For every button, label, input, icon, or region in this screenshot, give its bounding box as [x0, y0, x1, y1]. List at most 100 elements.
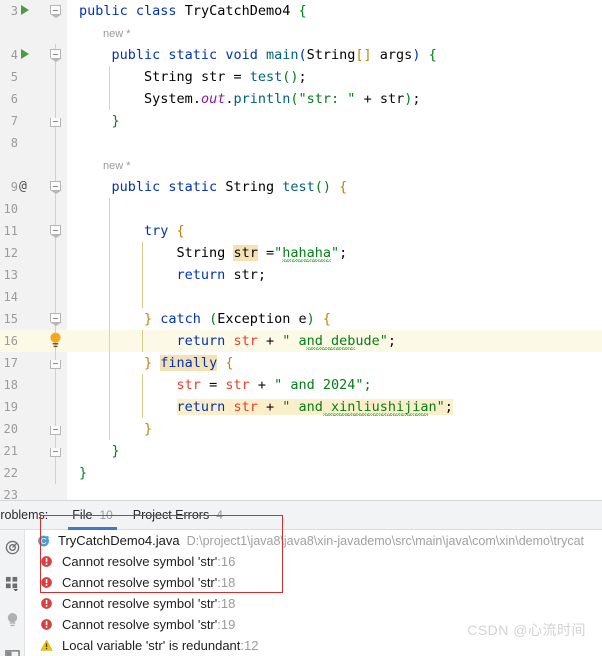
fold-column[interactable]: [45, 418, 67, 440]
code-token: }: [79, 465, 88, 481]
fold-column[interactable]: [45, 198, 67, 220]
code-text[interactable]: [67, 484, 602, 500]
warning-icon: [39, 639, 54, 652]
fold-column[interactable]: [45, 110, 67, 132]
fold-column[interactable]: [45, 264, 67, 286]
code-text[interactable]: } catch (Exception e) {: [67, 308, 602, 330]
problems-file-header[interactable]: C TryCatchDemo4.java D:\project1\java8\jav…: [25, 530, 602, 551]
intention-bulb-icon[interactable]: [48, 332, 63, 350]
fold-column[interactable]: [45, 154, 67, 176]
code-text[interactable]: }: [67, 418, 602, 440]
fold-expand-icon[interactable]: [50, 181, 62, 194]
code-line[interactable]: 8: [0, 132, 602, 154]
code-token: =: [233, 69, 250, 85]
code-line[interactable]: new *: [0, 154, 602, 176]
code-line[interactable]: 14: [0, 286, 602, 308]
problem-row[interactable]: Cannot resolve symbol 'str':18: [25, 572, 602, 593]
code-line[interactable]: 5 String str = test();: [0, 66, 602, 88]
fold-column[interactable]: [45, 462, 67, 484]
code-text[interactable]: str = str + " and 2024";: [67, 374, 602, 396]
fold-column[interactable]: [45, 286, 67, 308]
fold-column[interactable]: [45, 220, 67, 242]
code-line[interactable]: new *: [0, 22, 602, 44]
tab-file[interactable]: File 10: [62, 501, 123, 530]
code-line[interactable]: 3 public class TryCatchDemo4 {: [0, 0, 602, 22]
code-text[interactable]: return str + " and debude";: [67, 330, 602, 352]
tab-project-errors[interactable]: Project Errors 4: [123, 501, 233, 530]
code-line[interactable]: 4 public static void main(String[] args)…: [0, 44, 602, 66]
code-text[interactable]: [67, 132, 602, 154]
code-line[interactable]: 21 }: [0, 440, 602, 462]
fold-expand-icon[interactable]: [50, 49, 62, 62]
inlay-hint-new[interactable]: new *: [103, 160, 131, 172]
fold-column[interactable]: [45, 0, 67, 22]
problem-row[interactable]: Cannot resolve symbol 'str':16: [25, 551, 602, 572]
fold-column[interactable]: [45, 22, 67, 44]
fold-collapse-icon[interactable]: [50, 448, 61, 457]
fold-column[interactable]: [45, 352, 67, 374]
code-line[interactable]: 13 return str;: [0, 264, 602, 286]
code-text[interactable]: return str + " and xinliushijian";: [67, 396, 602, 418]
grid-dropdown-icon[interactable]: [5, 576, 20, 596]
code-text[interactable]: public static String test() {: [67, 176, 602, 198]
run-arrow-icon[interactable]: [21, 49, 29, 59]
code-line[interactable]: 19 return str + " and xinliushijian";: [0, 396, 602, 418]
run-arrow-icon[interactable]: [21, 5, 29, 15]
fold-column[interactable]: [45, 308, 67, 330]
fold-column[interactable]: [45, 396, 67, 418]
problem-row[interactable]: Cannot resolve symbol 'str':18: [25, 593, 602, 614]
code-text[interactable]: try {: [67, 220, 602, 242]
code-line[interactable]: 22}: [0, 462, 602, 484]
fold-column[interactable]: [45, 330, 67, 352]
fold-column[interactable]: [45, 440, 67, 462]
code-editor[interactable]: 3 public class TryCatchDemo4 { new * 4 publ…: [0, 0, 602, 500]
code-text[interactable]: new *: [67, 22, 602, 44]
code-text[interactable]: public class TryCatchDemo4 {: [67, 0, 602, 22]
fold-column[interactable]: [45, 176, 67, 198]
fold-column[interactable]: [45, 132, 67, 154]
code-text[interactable]: System.out.println("str: " + str);: [67, 88, 602, 110]
override-marker-icon[interactable]: @: [19, 176, 27, 198]
fold-column[interactable]: [45, 66, 67, 88]
code-text[interactable]: }: [67, 462, 602, 484]
fold-collapse-icon[interactable]: [50, 118, 61, 127]
problem-line-number: :18: [217, 596, 236, 611]
code-line[interactable]: 20 }: [0, 418, 602, 440]
fold-column[interactable]: [45, 484, 67, 500]
indent-guide: [141, 396, 143, 418]
code-line[interactable]: 11 try {: [0, 220, 602, 242]
fold-expand-icon[interactable]: [50, 225, 62, 238]
code-line[interactable]: 7 }: [0, 110, 602, 132]
fold-column[interactable]: [45, 242, 67, 264]
fold-collapse-icon[interactable]: [50, 360, 61, 369]
code-line[interactable]: 17 } finally {: [0, 352, 602, 374]
code-text[interactable]: new *: [67, 154, 602, 176]
inlay-hint-new[interactable]: new *: [103, 28, 131, 40]
fold-expand-icon[interactable]: [50, 313, 62, 326]
code-line[interactable]: 15 } catch (Exception e) {: [0, 308, 602, 330]
code-text[interactable]: [67, 198, 602, 220]
panel-layout-icon[interactable]: [4, 649, 20, 656]
code-line[interactable]: 12 String str ="hahaha";: [0, 242, 602, 264]
code-line[interactable]: 18 str = str + " and 2024";: [0, 374, 602, 396]
fold-column[interactable]: [45, 88, 67, 110]
code-text[interactable]: } finally {: [67, 352, 602, 374]
fold-column[interactable]: [45, 374, 67, 396]
fold-expand-icon[interactable]: [50, 5, 62, 18]
code-line[interactable]: 23: [0, 484, 602, 500]
lightbulb-icon[interactable]: [5, 612, 20, 633]
target-icon[interactable]: [5, 540, 20, 560]
code-text[interactable]: return str;: [67, 264, 602, 286]
code-text[interactable]: }: [67, 440, 602, 462]
fold-collapse-icon[interactable]: [50, 426, 61, 435]
code-line[interactable]: 9 @ public static String test() {: [0, 176, 602, 198]
code-text[interactable]: String str = test();: [67, 66, 602, 88]
code-text[interactable]: public static void main(String[] args) {: [67, 44, 602, 66]
code-line[interactable]: 10: [0, 198, 602, 220]
code-line[interactable]: 6 System.out.println("str: " + str);: [0, 88, 602, 110]
code-line[interactable]: 16 return str + " and debude";: [0, 330, 602, 352]
code-text[interactable]: [67, 286, 602, 308]
code-text[interactable]: }: [67, 110, 602, 132]
code-text[interactable]: String str ="hahaha";: [67, 242, 602, 264]
fold-column[interactable]: [45, 44, 67, 66]
